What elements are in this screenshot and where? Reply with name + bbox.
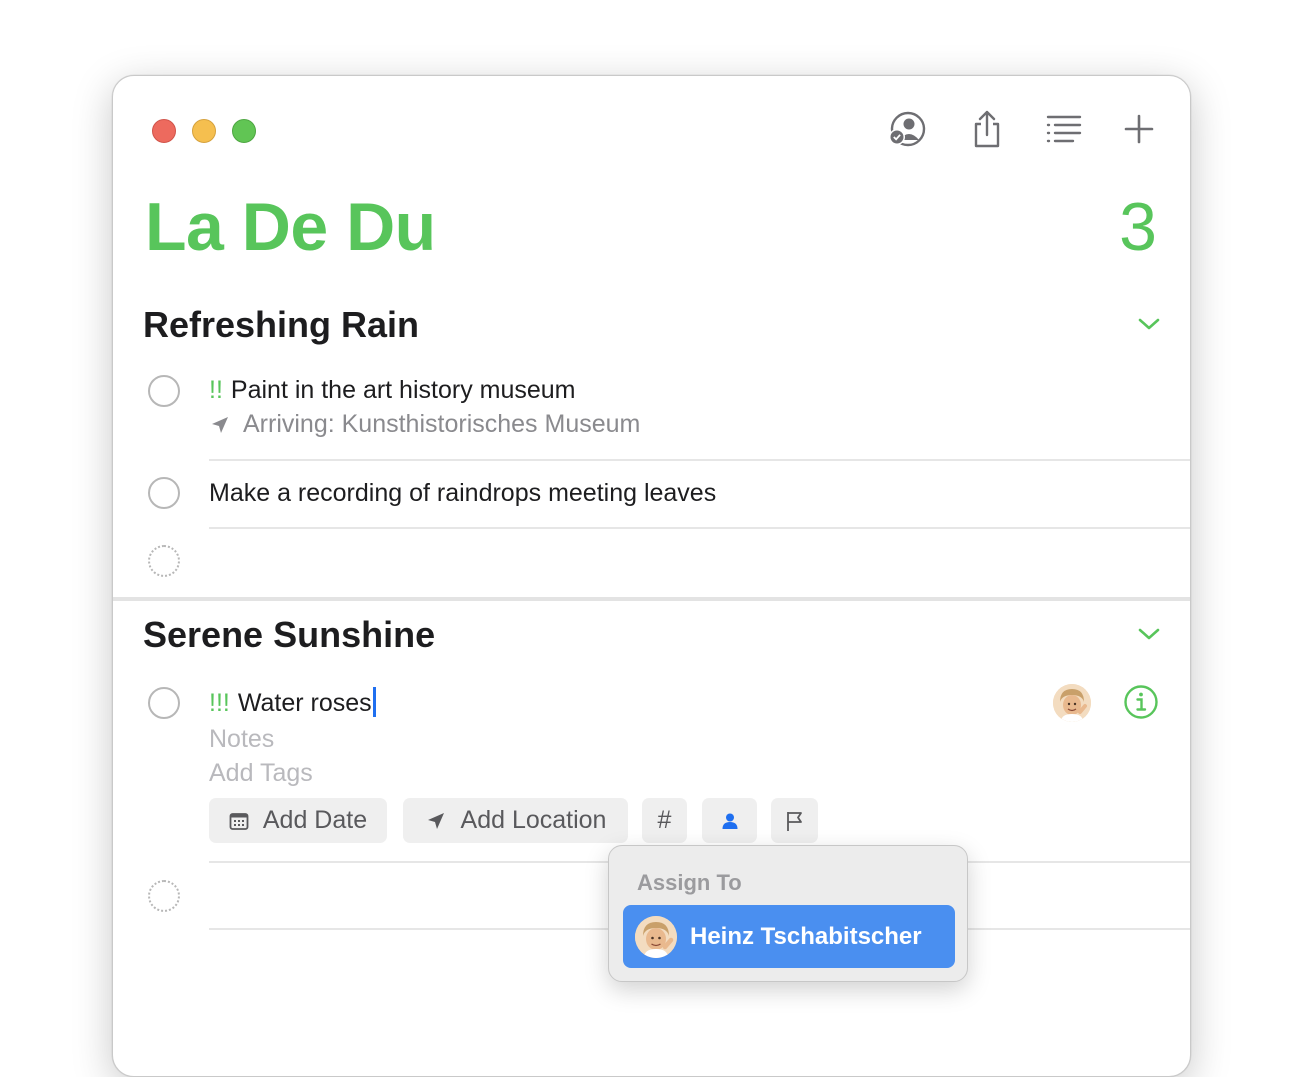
text-caret (372, 687, 376, 717)
row-divider (209, 459, 1190, 461)
reminder-checkbox[interactable] (148, 687, 180, 719)
plus-icon[interactable] (1116, 106, 1162, 152)
reminder-checkbox[interactable] (148, 477, 180, 509)
priority-marker: !! (209, 376, 223, 404)
tags-field[interactable]: Add Tags (209, 759, 313, 788)
section-title-refreshing-rain[interactable]: Refreshing Rain (143, 304, 419, 346)
reminder-title-text: Paint in the art history museum (230, 376, 576, 404)
flag-button[interactable] (771, 798, 818, 843)
location-arrow-icon (425, 810, 447, 832)
list-count: 3 (1119, 189, 1157, 265)
assignee-name: Heinz Tschabitscher (690, 922, 922, 950)
new-reminder-checkbox[interactable] (148, 545, 180, 577)
assignee-avatar[interactable] (1053, 684, 1091, 722)
location-text: Arriving: Kunsthistorisches Museum (243, 410, 641, 438)
zoom-window-button[interactable] (232, 119, 256, 143)
assignee-option[interactable]: Heinz Tschabitscher (623, 905, 955, 968)
calendar-icon (229, 811, 249, 831)
info-icon[interactable] (1123, 684, 1159, 720)
section-title-serene-sunshine[interactable]: Serene Sunshine (143, 614, 435, 656)
close-window-button[interactable] (152, 119, 176, 143)
add-location-button[interactable]: Add Location (403, 798, 628, 843)
location-arrow-icon (212, 416, 228, 433)
hashtag-icon: # (657, 806, 672, 834)
assignee-avatar (635, 915, 677, 958)
reminder-title[interactable]: !! Paint in the art history museum (209, 376, 576, 405)
flag-icon (786, 811, 802, 831)
add-date-button[interactable]: Add Date (209, 798, 387, 843)
collapse-chevron-icon[interactable] (1136, 314, 1162, 334)
minimize-window-button[interactable] (192, 119, 216, 143)
list-title: La De Du (145, 189, 436, 265)
assign-person-button[interactable] (702, 798, 757, 843)
share-icon[interactable] (964, 106, 1010, 152)
person-icon (722, 813, 737, 829)
reminder-title[interactable]: Make a recording of raindrops meeting le… (209, 479, 716, 508)
popover-header: Assign To (637, 870, 742, 895)
reminder-checkbox[interactable] (148, 375, 180, 407)
reminder-title-text: Water roses (237, 689, 372, 717)
notes-field[interactable]: Notes (209, 725, 274, 754)
priority-marker: !!! (209, 689, 230, 717)
add-tag-button[interactable]: # (642, 798, 687, 843)
collapse-chevron-icon[interactable] (1136, 624, 1162, 644)
assign-to-popover: Assign To Heinz Tschabitscher (608, 845, 968, 982)
add-location-label: Add Location (460, 806, 607, 834)
shared-people-icon[interactable] (884, 106, 930, 152)
list-view-icon[interactable] (1041, 106, 1087, 152)
new-reminder-checkbox[interactable] (148, 880, 180, 912)
add-date-label: Add Date (262, 806, 368, 834)
row-divider (209, 527, 1190, 529)
reminder-title-editing[interactable]: !!! Water roses (209, 687, 376, 718)
reminder-location: Arriving: Kunsthistorisches Museum (209, 410, 640, 439)
section-divider (113, 597, 1190, 601)
